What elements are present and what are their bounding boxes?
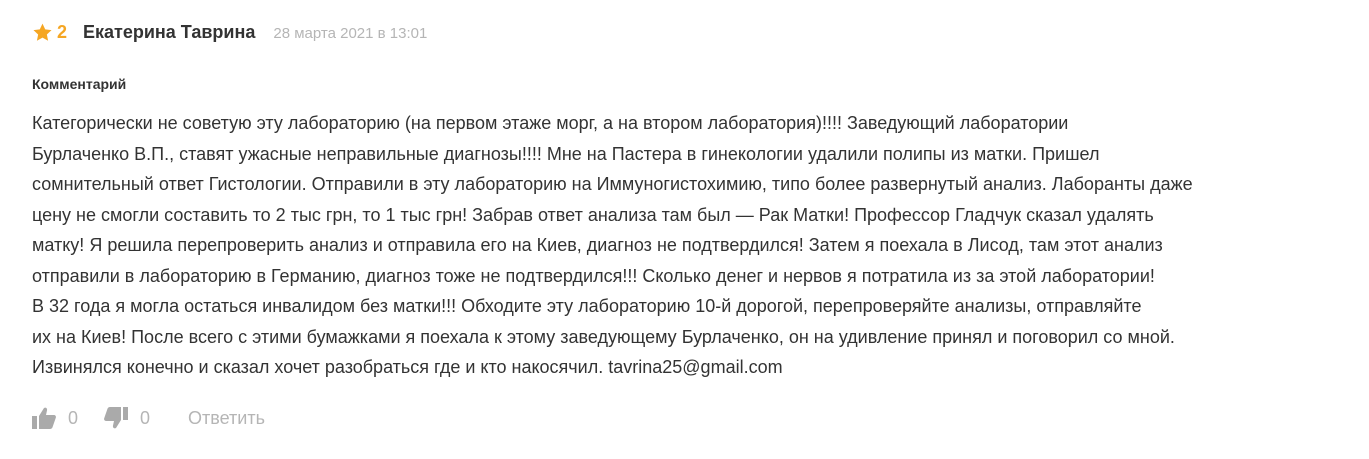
review-header: 2 Екатерина Таврина 28 марта 2021 в 13:0… [32, 18, 1342, 46]
thumbs-down-icon [104, 407, 129, 429]
rating: 2 [32, 22, 67, 43]
dislike-button[interactable]: 0 [104, 407, 150, 429]
reply-button[interactable]: Ответить [188, 408, 265, 429]
review-date: 28 марта 2021 в 13:01 [273, 24, 428, 42]
like-count: 0 [68, 407, 79, 428]
comment-text: Категорически не советую эту лабораторию… [32, 113, 1193, 377]
review-card: 2 Екатерина Таврина 28 марта 2021 в 13:0… [32, 18, 1342, 429]
author-name[interactable]: Екатерина Таврина [83, 22, 255, 43]
review-actions: 0 0 Ответить [32, 403, 265, 433]
dislike-count: 0 [140, 407, 151, 428]
comment-label: Комментарий [32, 76, 127, 92]
star-icon [33, 23, 52, 41]
rating-value: 2 [57, 21, 68, 42]
thumbs-up-icon [32, 407, 56, 429]
like-button[interactable]: 0 [32, 407, 78, 429]
